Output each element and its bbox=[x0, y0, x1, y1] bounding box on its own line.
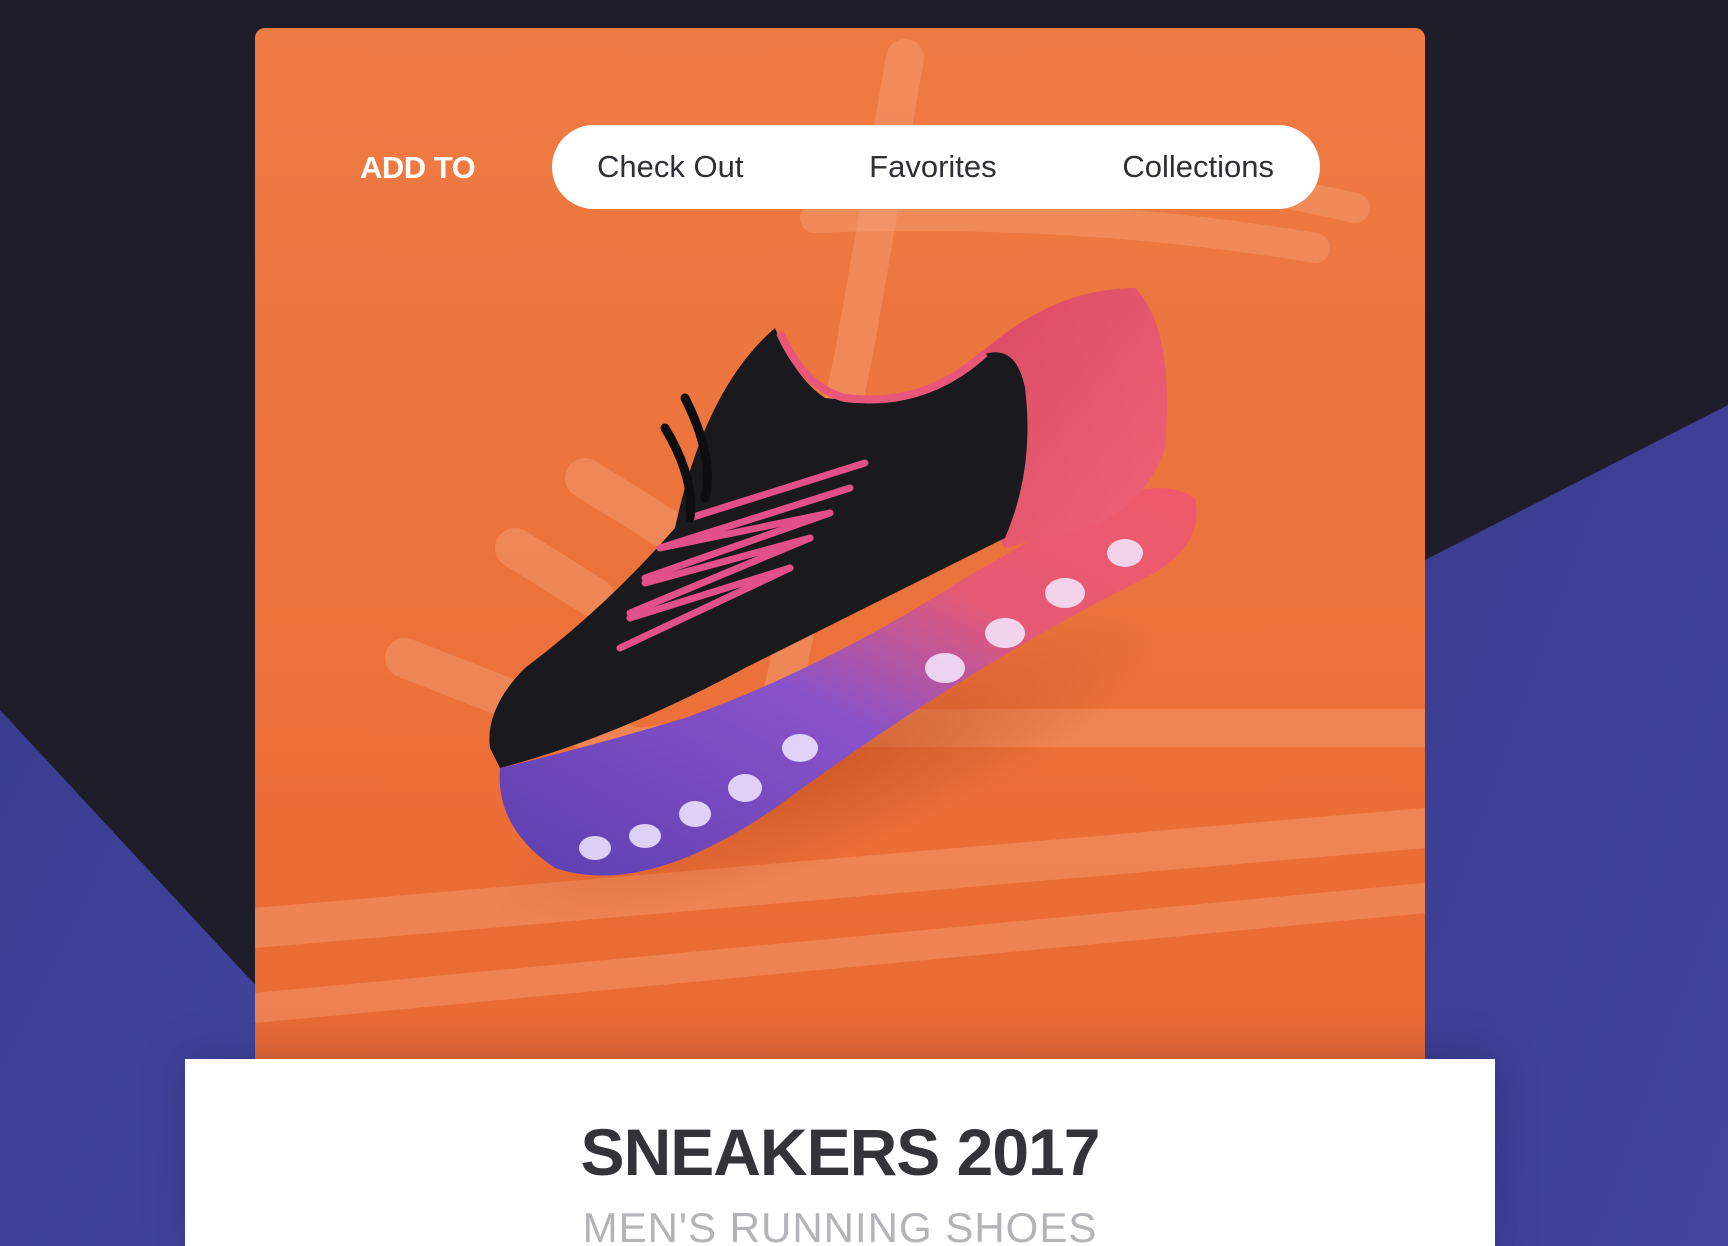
add-to-label: ADD TO bbox=[360, 150, 476, 185]
product-subtitle: MEN'S RUNNING SHOES bbox=[582, 1204, 1098, 1246]
check-out-option[interactable]: Check Out bbox=[597, 149, 743, 185]
collections-option[interactable]: Collections bbox=[1122, 149, 1274, 185]
product-card: ADD TO Check Out Favorites Collections bbox=[255, 28, 1425, 1068]
product-info-panel: SNEAKERS 2017 MEN'S RUNNING SHOES bbox=[185, 1059, 1495, 1246]
add-to-options: Check Out Favorites Collections bbox=[552, 125, 1320, 209]
sneaker-image bbox=[489, 288, 1197, 927]
product-title: SNEAKERS 2017 bbox=[580, 1115, 1101, 1189]
favorites-option[interactable]: Favorites bbox=[869, 149, 996, 185]
